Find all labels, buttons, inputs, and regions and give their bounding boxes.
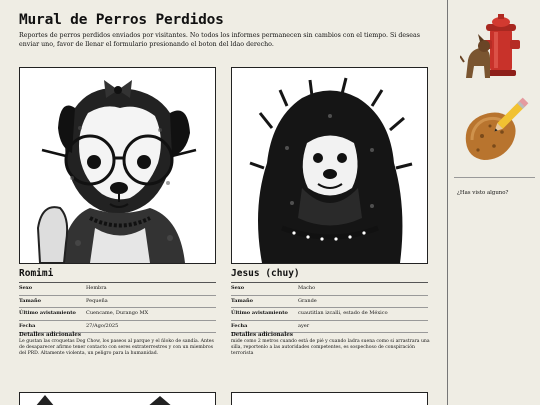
info-row-sex: Sexo Macho (231, 283, 428, 296)
page-title: Mural de Perros Perdidos (19, 12, 224, 28)
details-heading: Detalles adicionales (231, 332, 293, 338)
dog-photo-partial-icon (232, 393, 427, 405)
info-row-last-seen: Último avistamiento cuautitlan izcalli, … (231, 308, 428, 321)
field-label: Último avistamiento (231, 310, 288, 316)
shaggy-dog-photo-icon (232, 68, 427, 263)
dog-photo[interactable] (231, 67, 428, 264)
field-label: Tamaño (19, 297, 41, 304)
dog-photo-next[interactable] (19, 392, 216, 405)
field-value: Grande (298, 297, 317, 304)
dog-photo-partial-icon (20, 393, 215, 405)
info-row-size: Tamaño Pequeña (19, 296, 216, 308)
dog-photo[interactable] (19, 67, 216, 264)
dog-photo-next[interactable] (231, 392, 428, 405)
report-sighting-link[interactable]: ¿Has visto alguno? (457, 190, 508, 196)
field-value: Macho (298, 285, 316, 291)
field-label: Fecha (19, 322, 36, 329)
sidebar: ¿Has visto alguno? (447, 0, 540, 405)
dog-name: Romimi (19, 268, 54, 279)
field-value: ayer (298, 322, 310, 329)
dog-hydrant-icon[interactable] (460, 12, 530, 82)
field-value: 27/Ago/2025 (86, 322, 119, 329)
details-text: Le gustan las croquetas Dog Chow, los pa… (19, 339, 214, 356)
info-row-sex: Sexo Hembra (19, 283, 216, 296)
field-label: Último avistamiento (19, 310, 76, 316)
dog-info-table: Sexo Hembra Tamaño Pequeña Último avista… (19, 282, 216, 333)
dog-name: Jesus (chuy) (231, 268, 300, 279)
page-subtitle: Reportes de perros perdidos enviados por… (19, 32, 421, 48)
field-value: Pequeña (86, 297, 108, 304)
potato-pencil-icon[interactable] (460, 96, 530, 166)
details-text: mide como 2 metros cuando está de pié y … (231, 339, 430, 356)
field-value: cuautitlan izcalli, estado de México (298, 310, 388, 316)
dog-info-table: Sexo Macho Tamaño Grande Último avistami… (231, 282, 428, 333)
field-label: Sexo (231, 285, 245, 291)
dog-with-glasses-photo-icon (20, 68, 215, 263)
field-label: Fecha (231, 322, 248, 329)
page: Mural de Perros Perdidos Reportes de per… (0, 0, 540, 405)
field-value: Hembra (86, 285, 107, 291)
sidebar-divider (454, 177, 535, 178)
field-value: Cuencame, Durango MX (86, 310, 149, 316)
field-label: Sexo (19, 285, 33, 291)
field-label: Tamaño (231, 297, 253, 304)
info-row-size: Tamaño Grande (231, 296, 428, 308)
info-row-last-seen: Último avistamiento Cuencame, Durango MX (19, 308, 216, 321)
details-heading: Detalles adicionales (19, 332, 81, 338)
main-content: Mural de Perros Perdidos Reportes de per… (0, 0, 447, 405)
